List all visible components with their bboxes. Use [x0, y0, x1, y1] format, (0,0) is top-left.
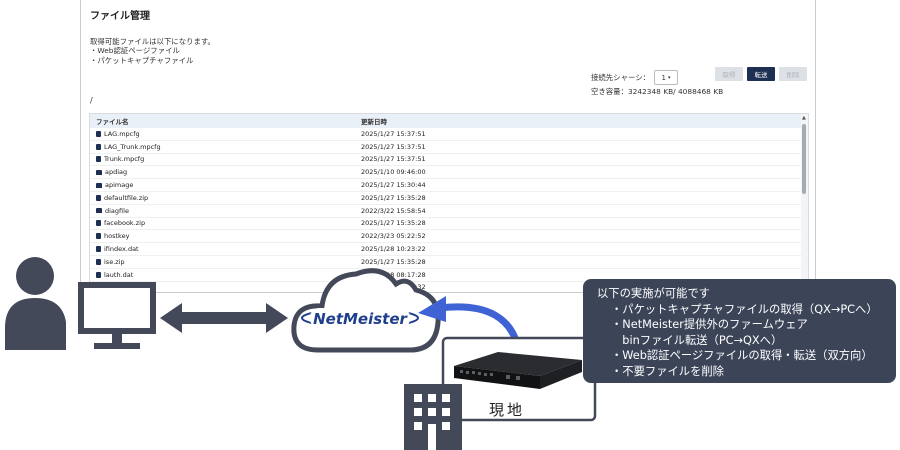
bidirectional-arrow-icon	[160, 303, 288, 333]
callout-list: ・パケットキャプチャファイルの取得（QX→PCへ） ・NetMeister提供外…	[611, 302, 878, 379]
callout-title: 以下の実施が可能です	[597, 287, 710, 300]
capabilities-callout: 以下の実施が可能です ・パケットキャプチャファイルの取得（QX→PCへ） ・Ne…	[583, 279, 896, 383]
callout-item: ・パケットキャプチャファイルの取得（QX→PCへ）	[611, 303, 878, 316]
callout-item: ・Web認証ページファイルの取得・転送（双方向）	[611, 349, 873, 363]
callout-item: ・不要ファイルを削除	[611, 364, 724, 378]
building-icon	[404, 384, 462, 450]
logo-text: NetMeister	[313, 310, 408, 328]
callout-item: binファイル転送（PC→QXへ）	[611, 333, 783, 347]
site-label: 現地	[489, 401, 526, 419]
callout-item: ・NetMeister提供外のファームウェア	[611, 318, 808, 332]
user-icon	[5, 257, 66, 350]
pc-monitor-icon	[78, 282, 156, 349]
netmeister-logo: NetMeister	[301, 308, 419, 328]
